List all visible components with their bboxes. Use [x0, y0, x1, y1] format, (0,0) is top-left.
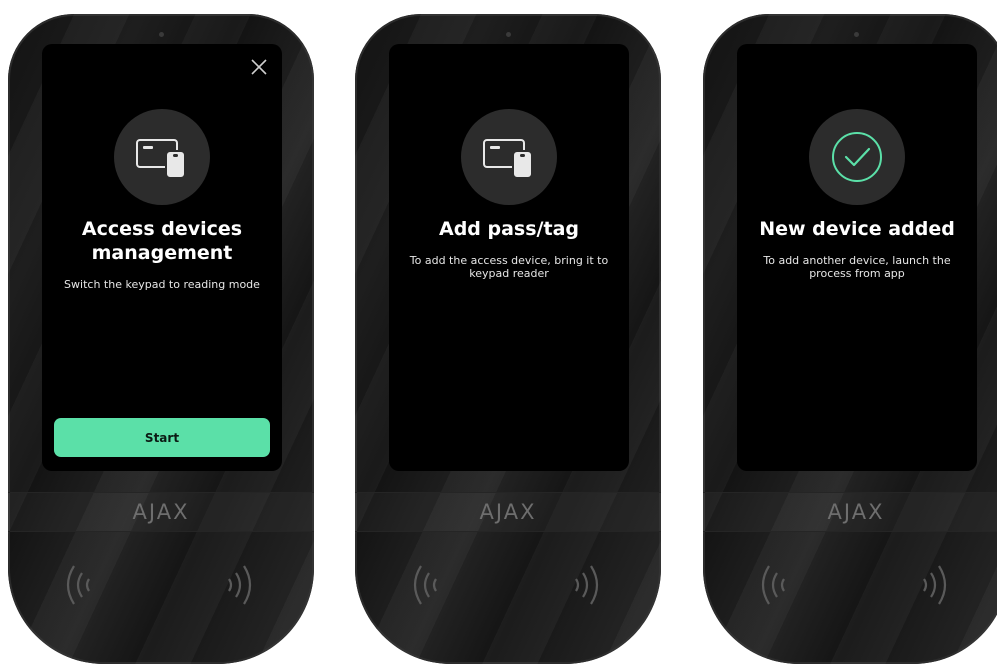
- nfc-waves-left-icon: [66, 565, 90, 605]
- brand-band: AJAX: [8, 492, 314, 532]
- camera-dot: [505, 32, 511, 37]
- nfc-waves-left-icon: [413, 565, 437, 605]
- brand-band: AJAX: [703, 492, 997, 532]
- nfc-waves-right-icon: [228, 565, 252, 605]
- screen-title: Add pass/tag: [438, 218, 579, 240]
- nfc-waves-right-icon: [923, 565, 947, 605]
- keypad-screen-3: New device added To add another device, …: [737, 44, 977, 471]
- start-button[interactable]: Start: [54, 418, 270, 457]
- screen-title-line2: management: [91, 242, 233, 264]
- screen-title: New device added: [759, 218, 955, 240]
- screen-title-line1: Access devices: [81, 218, 243, 240]
- card-tag-icon: [483, 139, 533, 179]
- checkmark-circle-icon: [832, 132, 882, 182]
- icon-circle: [461, 109, 557, 205]
- ajax-logo: AJAX: [132, 500, 190, 524]
- nfc-waves-right-icon: [575, 565, 599, 605]
- icon-circle: [809, 109, 905, 205]
- nfc-waves-left-icon: [761, 565, 785, 605]
- camera-dot: [853, 32, 859, 37]
- card-tag-icon: [136, 139, 186, 179]
- screen-subtitle-line2: process from app: [809, 267, 905, 280]
- screen-subtitle-line2: keypad reader: [469, 267, 549, 280]
- ajax-logo: AJAX: [479, 500, 537, 524]
- camera-dot: [158, 32, 164, 37]
- screen-subtitle-line1: To add another device, launch the: [763, 254, 951, 267]
- keypad-screen-2: Add pass/tag To add the access device, b…: [389, 44, 629, 471]
- close-icon[interactable]: [250, 58, 268, 76]
- ajax-logo: AJAX: [827, 500, 885, 524]
- keypad-device-1: Access devices management Switch the key…: [8, 14, 314, 664]
- keypad-device-2: Add pass/tag To add the access device, b…: [355, 14, 661, 664]
- keypad-device-3: New device added To add another device, …: [703, 14, 997, 664]
- screen-subtitle-line1: To add the access device, bring it to: [409, 254, 609, 267]
- keypad-screen-1: Access devices management Switch the key…: [42, 44, 282, 471]
- screen-subtitle: Switch the keypad to reading mode: [64, 278, 260, 291]
- brand-band: AJAX: [355, 492, 661, 532]
- icon-circle: [114, 109, 210, 205]
